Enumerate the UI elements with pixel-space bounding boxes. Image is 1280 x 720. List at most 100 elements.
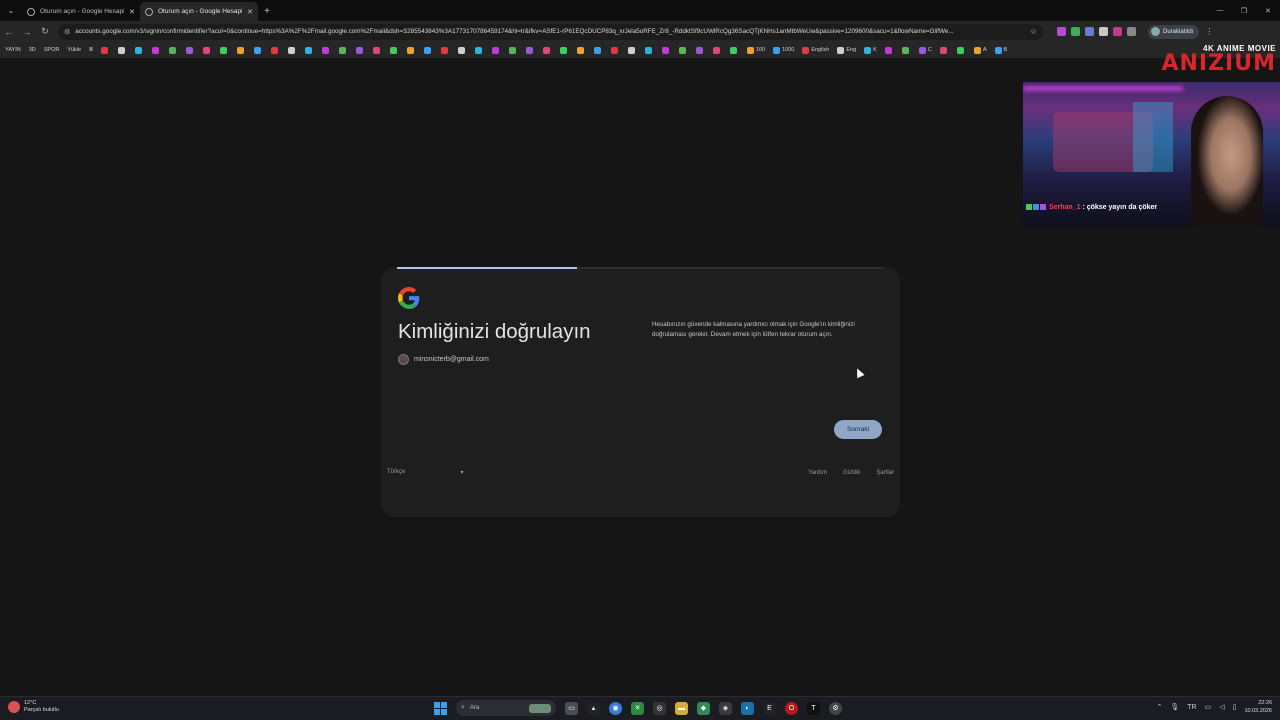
bookmark-item[interactable]	[576, 46, 586, 54]
xbox-icon[interactable]: ✕	[631, 701, 644, 715]
extensions-puzzle-icon[interactable]	[1127, 27, 1136, 36]
forward-icon[interactable]: →	[18, 27, 36, 37]
bookmark-item[interactable]	[355, 46, 365, 54]
volume-icon[interactable]: ◁	[1219, 703, 1224, 711]
app-icon[interactable]: T	[807, 701, 820, 715]
bookmark-item[interactable]	[100, 46, 110, 54]
bookmark-item[interactable]	[457, 46, 467, 54]
network-icon[interactable]: ▭	[1205, 703, 1212, 711]
bookmark-item[interactable]	[712, 46, 722, 54]
bookmark-item[interactable]	[321, 46, 331, 54]
profile-button[interactable]: Duraklatıldı	[1148, 24, 1200, 39]
bookmark-item[interactable]	[627, 46, 637, 54]
next-button[interactable]: Sonraki	[834, 420, 882, 439]
battery-icon[interactable]: ▯	[1233, 703, 1237, 711]
bookmark-item[interactable]: Eng	[837, 46, 856, 54]
bookmark-item[interactable]: 3D	[29, 47, 36, 53]
bookmark-item[interactable]	[525, 46, 535, 54]
chevron-up-icon[interactable]: ⌃	[1156, 703, 1162, 711]
bookmark-item[interactable]	[151, 46, 161, 54]
close-icon[interactable]: ✕	[129, 8, 135, 16]
bookmark-item[interactable]	[542, 46, 552, 54]
bookmark-item[interactable]	[729, 46, 739, 54]
extension-icon[interactable]	[1057, 27, 1066, 36]
bookmark-item[interactable]	[491, 46, 501, 54]
epic-games-icon[interactable]: E	[763, 701, 776, 715]
bookmark-item[interactable]	[661, 46, 671, 54]
minimize-icon[interactable]: —	[1208, 0, 1232, 21]
footer-link-terms[interactable]: Şartlar	[876, 470, 894, 476]
taskbar-search[interactable]: ⌕ Ara	[456, 700, 556, 716]
bookmark-item[interactable]	[508, 46, 518, 54]
bookmark-item[interactable]	[253, 46, 263, 54]
account-chip[interactable]: minsnicterb@gmail.com	[398, 354, 489, 365]
extension-icon[interactable]	[1099, 27, 1108, 36]
new-tab-button[interactable]: +	[258, 2, 276, 21]
close-icon[interactable]: ✕	[247, 8, 253, 16]
bookmark-item[interactable]	[168, 46, 178, 54]
url-text[interactable]: accounts.google.com/v3/signin/confirmide…	[75, 28, 1025, 35]
settings-icon[interactable]: ⚙	[829, 701, 842, 715]
bookmark-item[interactable]	[134, 46, 144, 54]
footer-link-privacy[interactable]: Gizlilik	[843, 470, 860, 476]
bookmark-item[interactable]: 100	[746, 46, 765, 54]
close-window-icon[interactable]: ✕	[1256, 0, 1280, 21]
microphone-icon[interactable]: 🎙	[1170, 703, 1179, 711]
reload-icon[interactable]: ↻	[36, 26, 54, 37]
bookmark-item[interactable]	[901, 46, 911, 54]
weather-widget[interactable]: 12°C Parçalı bulutlu	[8, 700, 59, 714]
bookmark-item[interactable]	[202, 46, 212, 54]
bookmark-item[interactable]	[610, 46, 620, 54]
bookmark-item[interactable]	[219, 46, 229, 54]
bookmark-item[interactable]	[406, 46, 416, 54]
bookmark-item[interactable]	[474, 46, 484, 54]
bookmark-item[interactable]	[304, 46, 314, 54]
language-indicator[interactable]: TR	[1187, 704, 1196, 711]
bookmark-item[interactable]	[372, 46, 382, 54]
bookmark-item[interactable]	[270, 46, 280, 54]
bookmark-item[interactable]	[117, 46, 127, 54]
bookmark-item[interactable]: SPOR	[44, 47, 60, 53]
bookmark-item[interactable]: B	[994, 46, 1007, 54]
bookmark-item[interactable]	[884, 46, 894, 54]
bookmark-item[interactable]	[236, 46, 246, 54]
bookmark-item[interactable]	[338, 46, 348, 54]
tab-1[interactable]: Oturum açın - Google Hesapları ✕	[22, 2, 140, 21]
bookmark-item[interactable]: K	[864, 46, 877, 54]
bookmark-item[interactable]: A	[973, 46, 987, 54]
clock[interactable]: 22:26 10.03.2026	[1244, 699, 1272, 715]
more-menu-icon[interactable]: ⋮	[1205, 27, 1213, 36]
site-info-icon[interactable]: ⚙	[64, 28, 70, 36]
bookmark-item[interactable]: 1000	[773, 46, 794, 54]
opera-icon[interactable]: O	[785, 701, 798, 715]
bookmark-item[interactable]	[678, 46, 688, 54]
bookmark-item[interactable]	[440, 46, 450, 54]
tab-2[interactable]: Oturum açın - Google Hesapları ✕	[140, 2, 258, 21]
bookmark-item[interactable]	[644, 46, 654, 54]
obs-icon[interactable]: ◎	[653, 701, 666, 715]
app-icon[interactable]: ◆	[697, 701, 710, 715]
bookmark-item[interactable]	[695, 46, 705, 54]
bookmark-item[interactable]: C	[918, 46, 932, 54]
bookmark-star-icon[interactable]: ☆	[1030, 27, 1037, 36]
extension-icon[interactable]	[1113, 27, 1122, 36]
task-view-icon[interactable]: ▭	[565, 701, 578, 715]
bookmark-item[interactable]	[956, 46, 966, 54]
bookmark-item[interactable]: YAYIN	[5, 47, 21, 53]
extension-icon[interactable]	[1085, 27, 1094, 36]
maximize-icon[interactable]: ❐	[1232, 0, 1256, 21]
chrome-icon[interactable]: ◉	[609, 701, 622, 715]
bookmark-item[interactable]	[593, 46, 603, 54]
bookmark-item[interactable]: English	[802, 46, 829, 54]
bookmark-item[interactable]: Ⅲ	[89, 47, 93, 53]
language-selector[interactable]: Türkçe ▾	[387, 469, 463, 476]
address-bar[interactable]: ⚙ accounts.google.com/v3/signin/confirmi…	[58, 23, 1043, 40]
bookmark-item[interactable]: Yükle	[67, 47, 81, 53]
bookmark-item[interactable]	[185, 46, 195, 54]
app-icon[interactable]: ◈	[719, 701, 732, 715]
extension-icon[interactable]	[1071, 27, 1080, 36]
footer-link-help[interactable]: Yardım	[808, 470, 827, 476]
bookmark-item[interactable]	[287, 46, 297, 54]
tab-search-chevron-icon[interactable]: ⌄	[0, 0, 22, 21]
app-icon[interactable]: ▴	[587, 701, 600, 715]
